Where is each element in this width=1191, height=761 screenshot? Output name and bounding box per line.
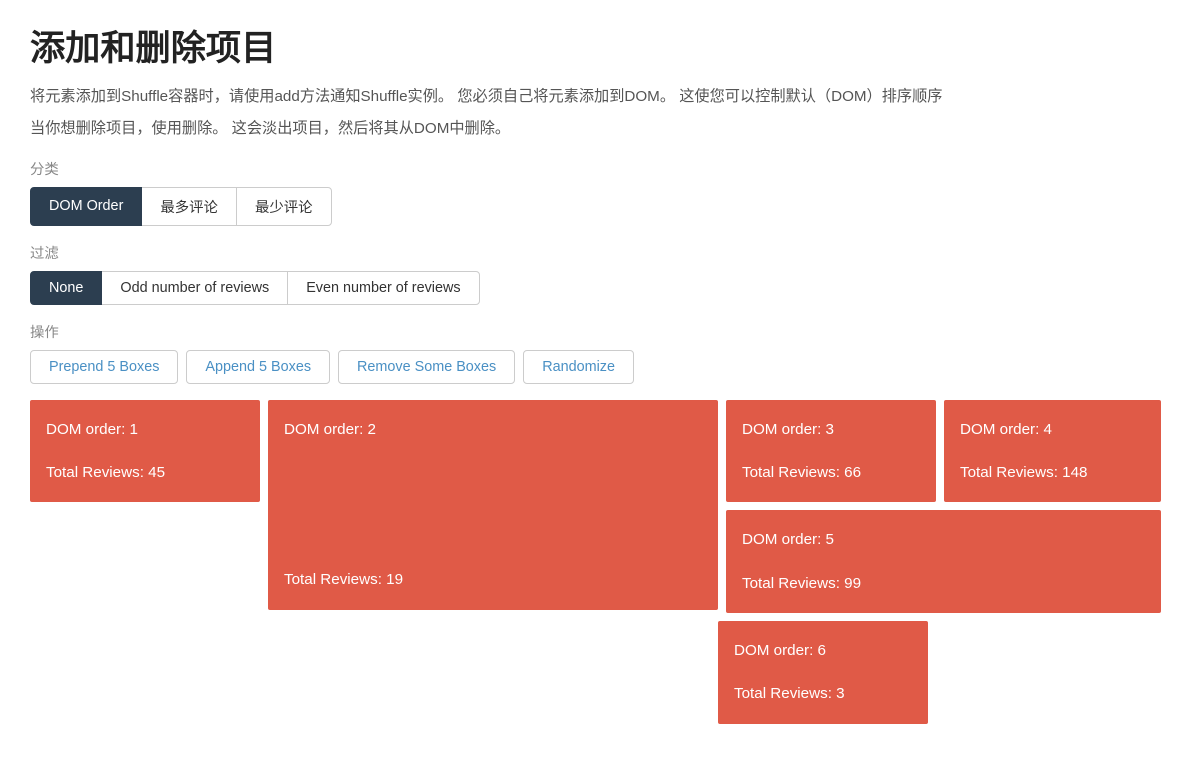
card-1-order: DOM order: 1: [46, 416, 244, 443]
description-1: 将元素添加到Shuffle容器时，请使用add方法通知Shuffle实例。 您必…: [30, 85, 1161, 109]
sort-dom-order[interactable]: DOM Order: [30, 187, 142, 226]
card-2: DOM order: 2 Total Reviews: 19: [268, 400, 718, 610]
sort-most-reviews[interactable]: 最多评论: [141, 187, 237, 226]
card-2-order: DOM order: 2: [284, 416, 702, 443]
filter-none[interactable]: None: [30, 271, 102, 305]
card-3-order: DOM order: 3: [742, 416, 920, 443]
append-button[interactable]: Append 5 Boxes: [186, 350, 330, 384]
randomize-button[interactable]: Randomize: [523, 350, 634, 384]
filter-odd[interactable]: Odd number of reviews: [101, 271, 288, 305]
card-3-reviews: Total Reviews: 66: [742, 459, 920, 486]
prepend-button[interactable]: Prepend 5 Boxes: [30, 350, 178, 384]
card-5: DOM order: 5 Total Reviews: 99: [726, 510, 1161, 613]
card-4: DOM order: 4 Total Reviews: 148: [944, 400, 1161, 503]
remove-button[interactable]: Remove Some Boxes: [338, 350, 515, 384]
actions-group: Prepend 5 Boxes Append 5 Boxes Remove So…: [30, 350, 1161, 384]
sort-label: 分类: [30, 158, 1161, 179]
page-title: 添加和删除项目: [30, 20, 1161, 71]
card-1: DOM order: 1 Total Reviews: 45: [30, 400, 260, 503]
card-2-reviews: Total Reviews: 19: [284, 566, 702, 593]
card-4-reviews: Total Reviews: 148: [960, 459, 1145, 486]
filter-label: 过滤: [30, 242, 1161, 263]
card-5-reviews: Total Reviews: 99: [742, 570, 1145, 597]
card-6: DOM order: 6 Total Reviews: 3: [718, 621, 928, 724]
description-2: 当你想删除项目，使用删除。 这会淡出项目，然后将其从DOM中删除。: [30, 117, 1161, 141]
card-4-order: DOM order: 4: [960, 416, 1145, 443]
filter-even[interactable]: Even number of reviews: [287, 271, 479, 305]
card-5-order: DOM order: 5: [742, 526, 1145, 553]
card-1-reviews: Total Reviews: 45: [46, 459, 244, 486]
filter-group: None Odd number of reviews Even number o…: [30, 271, 1161, 305]
card-3: DOM order: 3 Total Reviews: 66: [726, 400, 936, 503]
sort-least-reviews[interactable]: 最少评论: [236, 187, 332, 226]
card-6-reviews: Total Reviews: 3: [734, 680, 912, 707]
sort-group: DOM Order 最多评论 最少评论: [30, 187, 1161, 226]
card-6-order: DOM order: 6: [734, 637, 912, 664]
actions-label: 操作: [30, 321, 1161, 342]
